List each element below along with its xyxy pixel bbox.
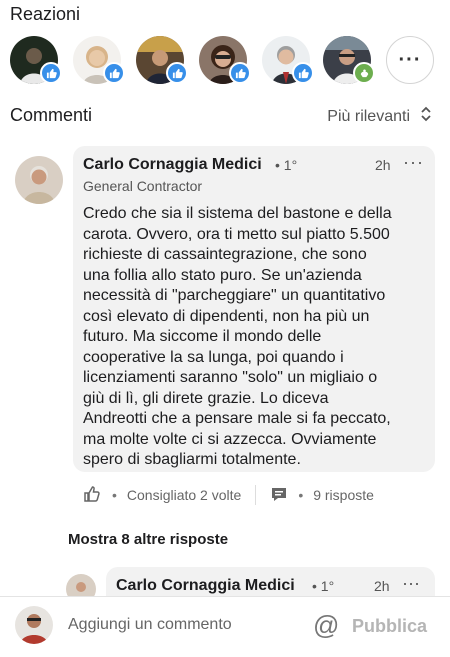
comment-line: una follia allo stato puro. Se un'aziend… <box>83 266 362 284</box>
reply-button[interactable] <box>270 485 288 506</box>
comment-input[interactable]: Aggiungi un commento <box>68 616 232 634</box>
comment-actions: • Consigliato 2 volte • 9 risposte <box>82 484 442 506</box>
comment-line: futuro. Ma siccome il mondo delle <box>83 328 322 345</box>
support-badge-icon <box>353 62 375 84</box>
like-button[interactable] <box>82 484 102 507</box>
thumbs-up-icon <box>84 485 100 502</box>
comment-line: richieste di cassaintegrazione, che sono <box>83 246 367 263</box>
like-badge-icon <box>103 62 125 84</box>
comment-line: necessità di "parcheggiare" un quantitat… <box>83 287 386 304</box>
connection-degree: • 1° <box>312 578 335 594</box>
comment-line: giù di lì, gli direte grazie. Lo diceva <box>83 389 329 407</box>
separator: • <box>298 487 304 503</box>
comment-line: cooperative la sa lunga, poi quando i <box>83 348 344 366</box>
like-badge-icon <box>292 62 314 84</box>
comment-timestamp: 2h <box>375 157 391 173</box>
comment-line: ma molte volte ci si azzecca. Ovviamente <box>83 430 377 448</box>
comment-author-avatar[interactable] <box>15 156 63 204</box>
comment-icon <box>272 487 287 501</box>
comment-bubble: Carlo Cornaggia Medici • 1° 2h ··· Gener… <box>73 146 435 472</box>
mention-icon[interactable]: @ <box>313 612 339 638</box>
comment-line: Andreotti che a pensare male si fa pecca… <box>83 410 391 427</box>
reactor-avatar[interactable] <box>262 36 314 84</box>
sort-dropdown[interactable]: Più rilevanti <box>327 105 432 128</box>
comments-header: Commenti Più rilevanti <box>10 103 440 129</box>
comment-line: licenziamenti saranno "solo" un migliaio… <box>83 369 378 386</box>
reactor-avatar[interactable] <box>199 36 251 84</box>
show-more-replies-button[interactable]: Mostra 8 altre risposte <box>68 531 228 548</box>
comment-line: Credo che sia il sistema del bastone e d… <box>83 205 392 222</box>
comment-line: carota. Ovvero, ora ti metto sul piatto … <box>83 225 390 243</box>
like-badge-icon <box>229 62 251 84</box>
reactions-row: ··· <box>10 36 440 86</box>
comment-more-icon[interactable]: ··· <box>403 152 424 173</box>
replies-count[interactable]: 9 risposte <box>313 487 374 503</box>
author-headline: General Contractor <box>83 178 203 194</box>
like-badge-icon <box>40 62 62 84</box>
sort-label: Più rilevanti <box>327 107 410 125</box>
comment-text: Credo che sia il sistema del bastone e d… <box>83 204 429 471</box>
reply-more-icon[interactable]: ··· <box>402 573 420 594</box>
chevron-updown-icon <box>420 105 432 128</box>
comment-line: così elevato di dipendenti, non ha più u… <box>83 307 370 325</box>
comments-title: Commenti <box>10 105 93 125</box>
like-badge-icon <box>166 62 188 84</box>
current-user-avatar <box>15 606 53 644</box>
reactor-avatar[interactable] <box>323 36 375 84</box>
separator: • <box>112 487 117 503</box>
reactions-count[interactable]: Consigliato 2 volte <box>127 487 241 503</box>
divider <box>255 485 257 505</box>
more-icon: ··· <box>398 48 422 71</box>
reply-author-name[interactable]: Carlo Cornaggia Medici <box>116 577 295 595</box>
publish-button[interactable]: Pubblica <box>352 616 427 637</box>
reactor-avatar[interactable] <box>136 36 188 84</box>
comment-composer: Aggiungi un commento @ Pubblica <box>0 596 450 657</box>
connection-degree: • 1° <box>275 157 298 173</box>
comment-line: spero di sbagliarmi totalmente. <box>83 451 301 468</box>
reply-timestamp: 2h <box>374 578 390 594</box>
reactions-title: Reazioni <box>10 4 81 24</box>
reactor-avatar[interactable] <box>10 36 62 84</box>
reactor-avatar[interactable] <box>73 36 125 84</box>
more-reactions-button[interactable]: ··· <box>386 36 434 84</box>
comment-author-name[interactable]: Carlo Cornaggia Medici <box>83 156 262 174</box>
